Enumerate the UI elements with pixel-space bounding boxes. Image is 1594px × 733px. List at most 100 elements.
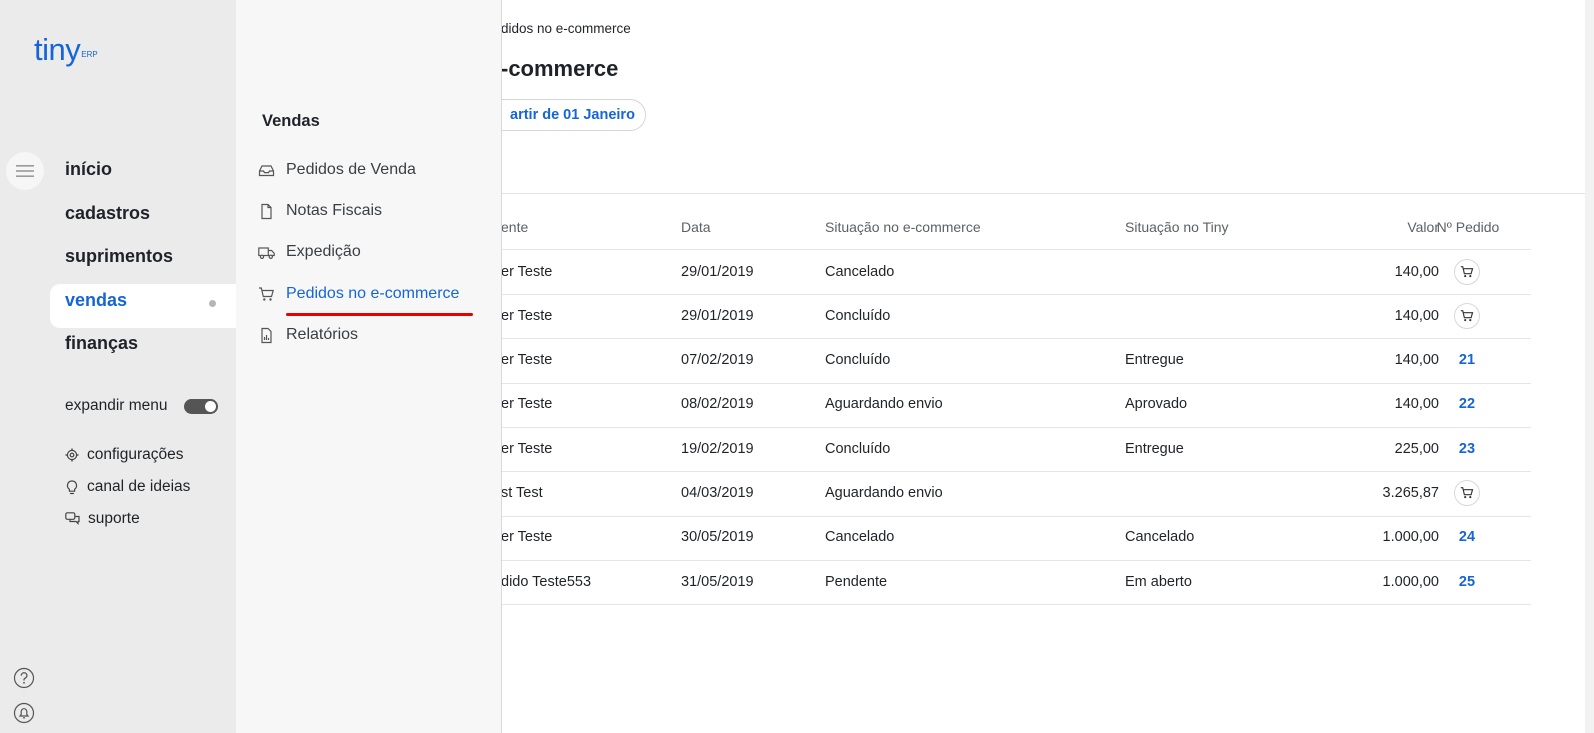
help-icon[interactable] <box>13 667 35 689</box>
submenu-item-pedidos-venda[interactable]: Pedidos de Venda <box>258 161 416 179</box>
ecommerce-status-cell: Aguardando envio <box>825 396 943 413</box>
submenu-item-pedidos-ecommerce[interactable]: Pedidos no e-commerce <box>258 285 459 303</box>
col-header-numero-pedido[interactable]: Nº Pedido <box>1425 204 1511 249</box>
value-cell: 225,00 <box>1394 440 1439 457</box>
cart-icon <box>1460 487 1474 499</box>
tiny-status-cell: Entregue <box>1125 440 1184 457</box>
settings-link[interactable]: configurações <box>65 446 184 464</box>
menu-toggle-button[interactable] <box>6 152 44 190</box>
order-number-link[interactable]: 23 <box>1441 426 1493 471</box>
main-content: didos no e-commerce -commerce artir de 0… <box>481 0 1594 733</box>
order-number-link[interactable]: 22 <box>1441 382 1493 427</box>
col-header-cliente[interactable]: ente <box>501 204 528 249</box>
col-header-situacao-ecommerce[interactable]: Situação no e-commerce <box>825 204 981 249</box>
active-dot <box>209 300 216 307</box>
col-header-situacao-tiny[interactable]: Situação no Tiny <box>1125 204 1229 249</box>
submenu-item-label: Notas Fiscais <box>286 202 383 219</box>
sidebar: tiny ERP início cadastros suprimentos ve… <box>0 0 236 733</box>
order-number-cell <box>1441 249 1493 294</box>
submenu-item-relatorios[interactable]: Relatórios <box>258 326 358 344</box>
document-icon <box>261 203 272 219</box>
toggle-knob <box>205 401 216 412</box>
ecommerce-status-cell: Concluído <box>825 307 891 324</box>
cart-icon <box>259 286 274 301</box>
date-cell: 08/02/2019 <box>681 396 754 413</box>
submenu-item-notas-fiscais[interactable]: Notas Fiscais <box>258 202 382 220</box>
nav-item-vendas[interactable]: vendas <box>65 290 127 311</box>
client-name-cell: er Teste <box>501 307 553 324</box>
submenu-item-label: Relatórios <box>286 326 359 343</box>
nav-item-cadastros[interactable]: cadastros <box>65 203 150 224</box>
nav-item-inicio[interactable]: início <box>65 159 112 180</box>
client-name-cell: er Teste <box>501 352 553 369</box>
logo-sub: ERP <box>81 50 98 59</box>
ecommerce-status-cell: Cancelado <box>825 263 895 280</box>
table-row[interactable]: st Test 04/03/2019 Aguardando envio 3.265,8… <box>501 471 1531 517</box>
table-row[interactable]: er Teste 19/02/2019 Concluído Entregue 225,0… <box>501 426 1531 473</box>
cart-icon <box>1460 309 1474 321</box>
import-order-button[interactable] <box>1454 480 1480 506</box>
table-header-row: ente Data Situação no e-commerce Situaçã… <box>501 204 1531 250</box>
bell-icon[interactable] <box>13 702 35 724</box>
value-cell: 3.265,87 <box>1382 485 1439 501</box>
date-cell: 04/03/2019 <box>681 485 754 501</box>
client-name-cell: er Teste <box>501 396 553 413</box>
ecommerce-status-cell: Aguardando envio <box>825 485 943 501</box>
nav-item-suprimentos[interactable]: suprimentos <box>65 246 173 267</box>
inbox-icon <box>258 164 275 176</box>
tiny-status-cell: Em aberto <box>1125 573 1192 590</box>
page-title: -commerce <box>501 56 619 81</box>
table-row[interactable]: dido Teste553 31/05/2019 Pendente Em aberto… <box>501 559 1531 606</box>
expand-menu-text: expandir menu <box>65 397 168 414</box>
ecommerce-status-cell: Concluído <box>825 440 891 457</box>
ecommerce-status-cell: Cancelado <box>825 529 895 546</box>
tiny-status-cell: Entregue <box>1125 352 1184 369</box>
cart-icon <box>1460 265 1474 277</box>
import-order-button[interactable] <box>1454 302 1480 329</box>
client-name-cell: st Test <box>501 485 543 501</box>
active-underline <box>286 313 473 316</box>
date-cell: 07/02/2019 <box>681 352 754 369</box>
support-link[interactable]: suporte <box>65 510 140 528</box>
scrollbar-track[interactable] <box>1585 0 1594 733</box>
order-number-link[interactable]: 21 <box>1441 338 1493 383</box>
order-number-link[interactable]: 24 <box>1441 515 1493 560</box>
table-row[interactable]: er Teste 30/05/2019 Cancelado Cancelado 1.00… <box>501 515 1531 561</box>
value-cell: 140,00 <box>1394 352 1439 369</box>
truck-icon <box>258 246 275 259</box>
client-name-cell: dido Teste553 <box>501 573 592 590</box>
ecommerce-status-cell: Concluído <box>825 352 891 369</box>
value-cell: 140,00 <box>1394 396 1439 413</box>
value-cell: 140,00 <box>1394 263 1439 280</box>
chat-icon <box>65 512 80 525</box>
ideas-link[interactable]: canal de ideias <box>65 478 190 496</box>
value-cell: 140,00 <box>1394 307 1439 324</box>
date-cell: 19/02/2019 <box>681 440 754 457</box>
nav-item-financas[interactable]: finanças <box>65 333 138 354</box>
submenu-item-label: Pedidos no e-commerce <box>286 285 460 302</box>
logo-text: tiny <box>34 32 81 67</box>
expand-menu-toggle[interactable] <box>184 399 218 414</box>
order-number-link[interactable]: 25 <box>1441 559 1493 604</box>
table-row[interactable]: er Teste 07/02/2019 Concluído Entregue 140,0… <box>501 338 1531 384</box>
client-name-cell: er Teste <box>501 263 553 280</box>
import-order-button[interactable] <box>1454 258 1480 285</box>
col-header-data[interactable]: Data <box>681 204 711 249</box>
table-row[interactable]: er Teste 08/02/2019 Aguardando envio Aprova… <box>501 382 1531 428</box>
submenu-item-label: Expedição <box>286 243 361 260</box>
table-row[interactable]: er Teste 29/01/2019 Cancelado 140,00 <box>501 249 1531 295</box>
report-icon <box>261 327 272 343</box>
submenu-title: Vendas <box>262 112 320 130</box>
breadcrumb[interactable]: didos no e-commerce <box>501 21 631 36</box>
date-cell: 29/01/2019 <box>681 263 754 280</box>
ideas-label: canal de ideias <box>87 478 191 495</box>
submenu-item-label: Pedidos de Venda <box>286 161 416 178</box>
submenu-item-expedicao[interactable]: Expedição <box>258 243 361 261</box>
tiny-logo[interactable]: tiny ERP <box>34 34 98 65</box>
date-cell: 29/01/2019 <box>681 307 754 324</box>
ecommerce-status-cell: Pendente <box>825 573 888 590</box>
support-label: suporte <box>88 510 140 527</box>
gear-icon <box>65 448 79 462</box>
date-filter-pill[interactable]: artir de 01 Janeiro <box>481 99 646 131</box>
table-row[interactable]: er Teste 29/01/2019 Concluído 140,00 <box>501 293 1531 340</box>
